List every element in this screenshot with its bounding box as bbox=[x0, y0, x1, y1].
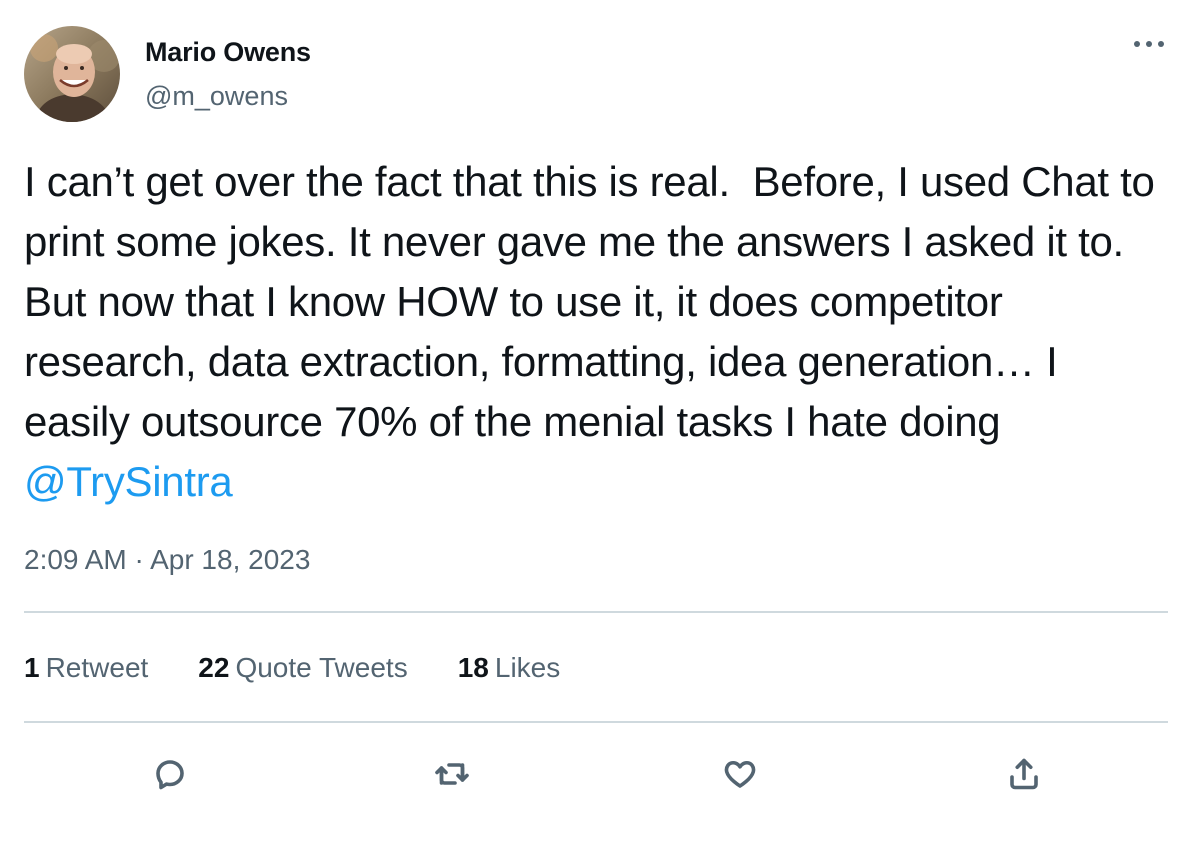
retweet-button[interactable] bbox=[426, 748, 478, 800]
tweet-time[interactable]: 2:09 AM bbox=[24, 544, 127, 575]
quote-tweets-stat[interactable]: 22 Quote Tweets bbox=[198, 652, 407, 684]
share-icon bbox=[1010, 758, 1038, 790]
quote-tweets-label: Quote Tweets bbox=[235, 652, 408, 683]
engagement-stats: 1 Retweet 22 Quote Tweets 18 Likes bbox=[24, 652, 610, 684]
reply-button[interactable] bbox=[144, 748, 196, 800]
more-icon bbox=[1134, 41, 1164, 47]
tweet-card: Mario Owens @m_owens I can’t get over th… bbox=[0, 0, 1192, 844]
divider bbox=[24, 721, 1168, 723]
author-handle[interactable]: @m_owens bbox=[145, 81, 288, 112]
share-button[interactable] bbox=[998, 748, 1050, 800]
heart-icon bbox=[724, 760, 756, 788]
likes-label: Likes bbox=[494, 652, 561, 683]
more-options-button[interactable] bbox=[1126, 24, 1172, 64]
action-bar bbox=[0, 748, 1192, 800]
author-display-name[interactable]: Mario Owens bbox=[145, 37, 311, 68]
tweet-body: I can’t get over the fact that this is r… bbox=[24, 158, 1166, 445]
like-button[interactable] bbox=[714, 748, 766, 800]
divider bbox=[24, 611, 1168, 613]
mention-link[interactable]: @TrySintra bbox=[24, 458, 233, 505]
reply-icon bbox=[156, 760, 184, 790]
retweet-icon bbox=[435, 763, 469, 785]
retweets-label: Retweet bbox=[45, 652, 149, 683]
avatar-image bbox=[24, 26, 120, 122]
timestamp: 2:09 AM · Apr 18, 2023 bbox=[24, 544, 310, 576]
retweets-count: 1 bbox=[24, 652, 40, 683]
tweet-date[interactable]: Apr 18, 2023 bbox=[150, 544, 310, 575]
timestamp-separator: · bbox=[134, 544, 144, 575]
retweets-stat[interactable]: 1 Retweet bbox=[24, 652, 148, 684]
avatar[interactable] bbox=[24, 26, 120, 122]
likes-stat[interactable]: 18 Likes bbox=[458, 652, 561, 684]
tweet-text: I can’t get over the fact that this is r… bbox=[24, 152, 1174, 512]
quote-tweets-count: 22 bbox=[198, 652, 230, 683]
likes-count: 18 bbox=[457, 652, 489, 683]
